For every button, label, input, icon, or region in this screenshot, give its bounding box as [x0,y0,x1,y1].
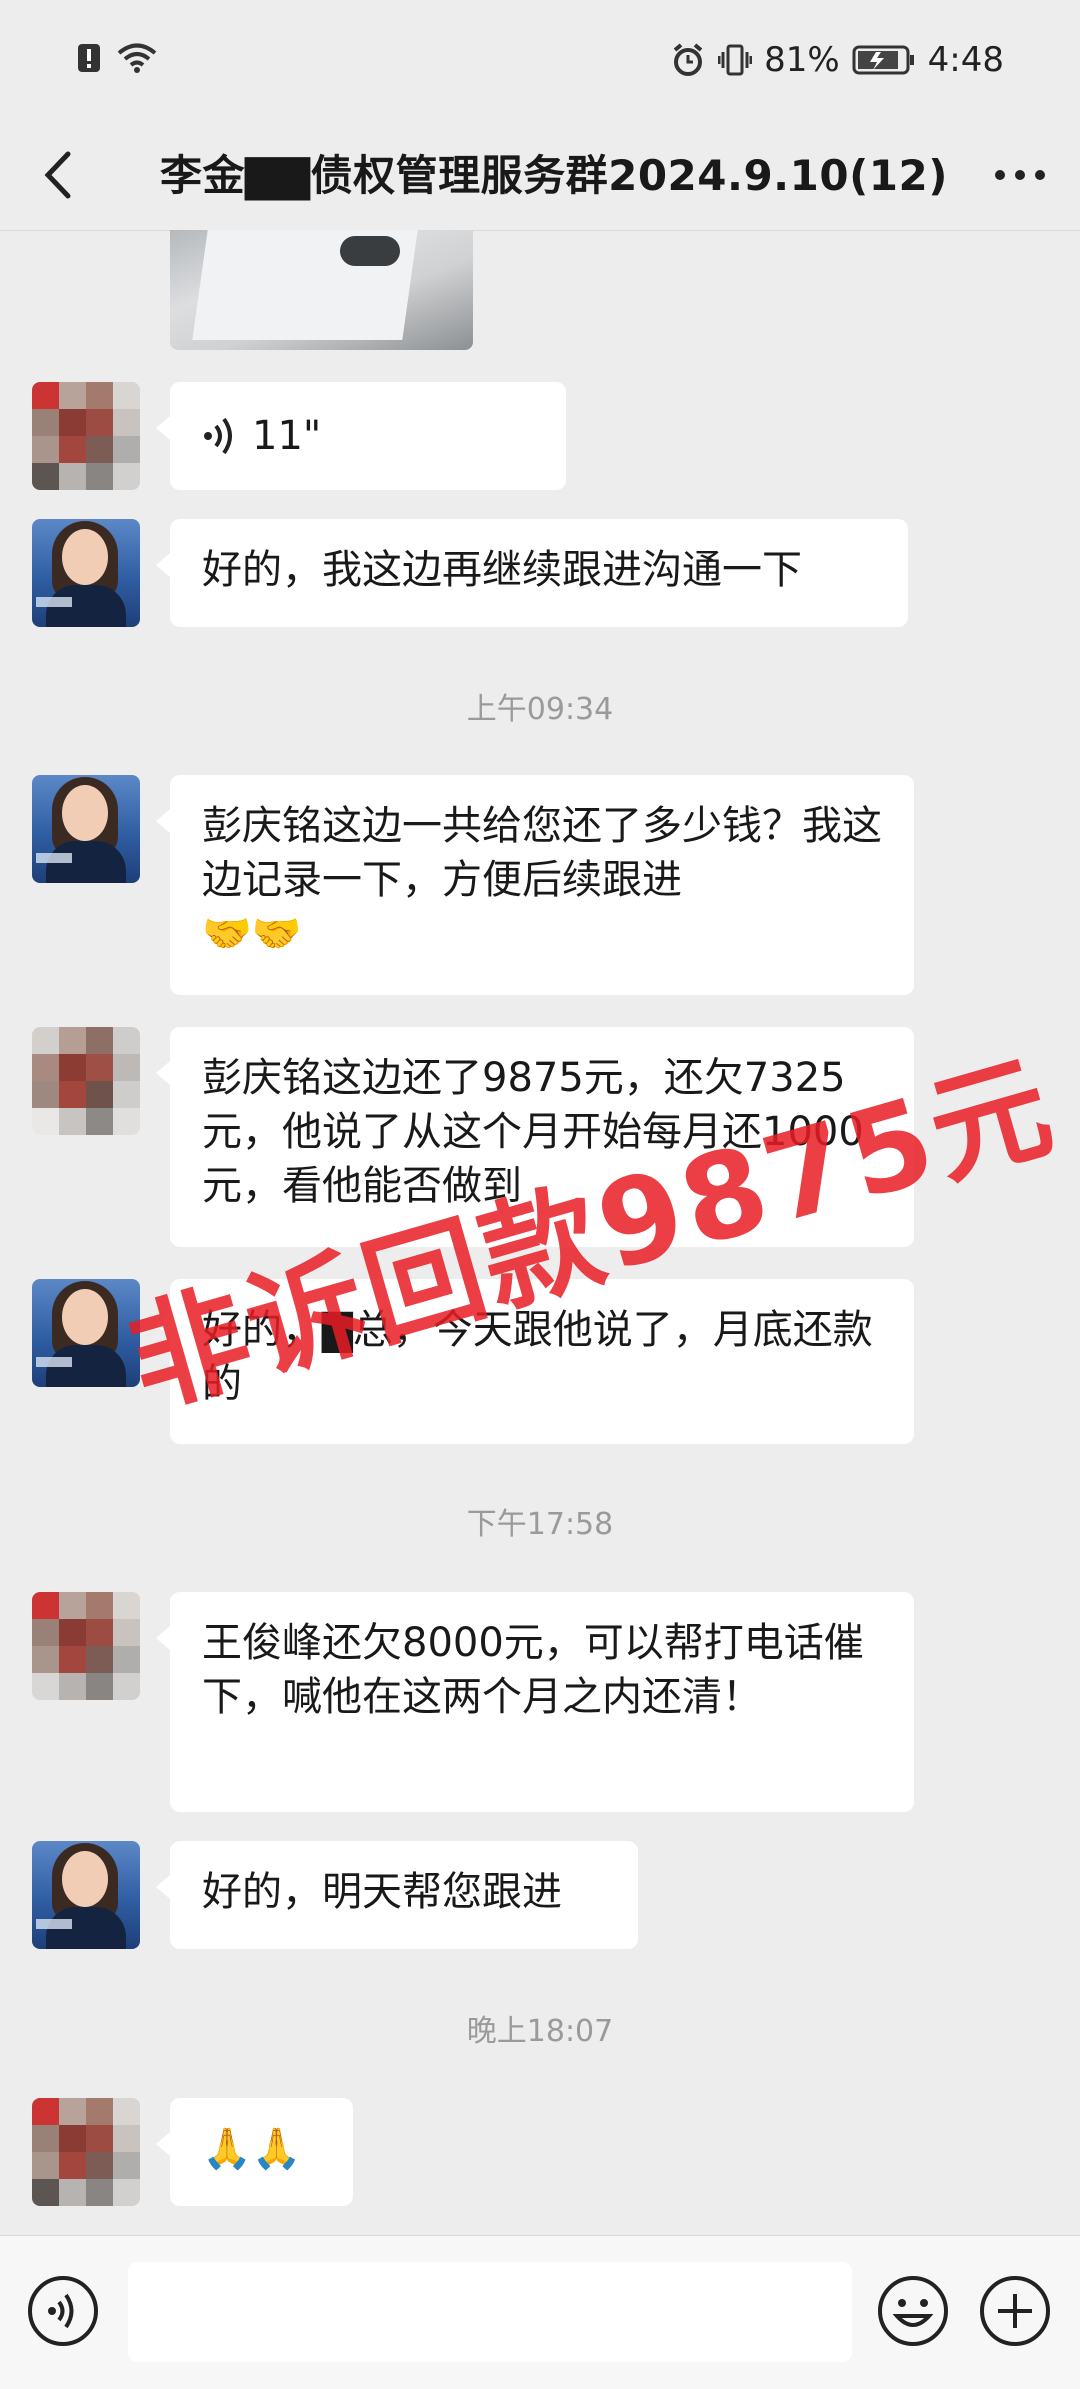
input-bar [0,2235,1080,2389]
avatar-agent[interactable] [32,1279,140,1387]
alarm-icon [673,43,703,76]
timestamp: 下午17:58 [466,1507,614,1542]
emoji-message[interactable]: 🙏🙏 [156,2098,353,2206]
alert-icon [78,44,100,72]
text-message[interactable]: 好的，▇总，今天跟他说了，月底还款的 [156,1279,914,1444]
status-left [76,42,158,74]
avatar-agent[interactable] [32,519,140,627]
image-content-object [340,236,400,266]
timestamp: 晚上18:07 [466,2014,614,2049]
chat-title: 李金▇▇债权管理服务群2024.9.10(12) [160,151,948,200]
voice-wave-icon [204,417,232,455]
avatar-face [62,785,108,841]
avatar-tag [36,853,72,863]
avatar-face [62,1289,108,1345]
avatar-tag [36,1919,72,1929]
timestamp: 上午09:34 [466,692,614,727]
chat-header: 李金▇▇债权管理服务群2024.9.10(12) [0,120,1080,231]
clock: 4:48 [927,40,1004,80]
avatar-mosaic [32,2098,140,2206]
wifi-icon [117,43,157,73]
text-message[interactable]: 彭庆铭这边一共给您还了多少钱？我这边记录一下，方便后续跟进 🤝🤝 [156,775,914,995]
emoji-button[interactable] [876,2274,950,2348]
text-message[interactable]: 彭庆铭这边还了9875元，还欠7325元，他说了从这个月开始每月还1000元，看… [156,1027,914,1247]
voice-mode-icon [28,2276,98,2346]
avatar-mosaic [32,1027,140,1135]
voice-message[interactable]: 11" [156,382,566,490]
avatar-agent[interactable] [32,1841,140,1949]
avatar-tag [36,1357,72,1367]
status-bar: 81% 4:48 [0,0,1080,120]
voice-input-button[interactable] [26,2274,100,2348]
avatar-mosaic [32,1592,140,1700]
text-message[interactable]: 好的，明天帮您跟进 [156,1841,638,1949]
avatar-agent[interactable] [32,775,140,883]
avatar-face [62,1851,108,1907]
back-button[interactable] [30,140,90,210]
more-options-button[interactable] [990,150,1050,200]
avatar-mosaic [32,382,140,490]
more-dots-icon [995,170,1045,180]
avatar-blurred[interactable] [32,382,140,490]
smiley-icon [878,2276,948,2346]
status-right: 81% 4:48 [670,40,1004,80]
battery-percent: 81% [764,40,840,80]
plus-circle-icon [980,2276,1050,2346]
battery-charging-icon [852,45,914,75]
avatar-blurred[interactable] [32,1592,140,1700]
text-message[interactable]: 好的，我这边再继续跟进沟通一下 [156,519,908,627]
chat-area[interactable]: 11" 好的，我这边再继续跟进沟通一下 上午09:34 彭庆铭这边一共给您还了多… [0,230,1080,2235]
message-input[interactable] [128,2262,852,2362]
vibrate-icon [718,44,753,76]
image-message[interactable] [170,230,473,350]
back-arrow-icon [44,151,71,199]
avatar-blurred[interactable] [32,2098,140,2206]
text-message[interactable]: 王俊峰还欠8000元，可以帮打电话催下，喊他在这两个月之内还清！ [156,1592,914,1812]
avatar-face [62,529,108,585]
handshake-emoji: 🤝🤝 [202,911,302,957]
message-text: 彭庆铭这边一共给您还了多少钱？我这边记录一下，方便后续跟进 [202,803,882,903]
avatar-tag [36,597,72,607]
more-functions-button[interactable] [978,2274,1052,2348]
voice-duration: 11" [252,413,322,459]
avatar-blurred[interactable] [32,1027,140,1135]
